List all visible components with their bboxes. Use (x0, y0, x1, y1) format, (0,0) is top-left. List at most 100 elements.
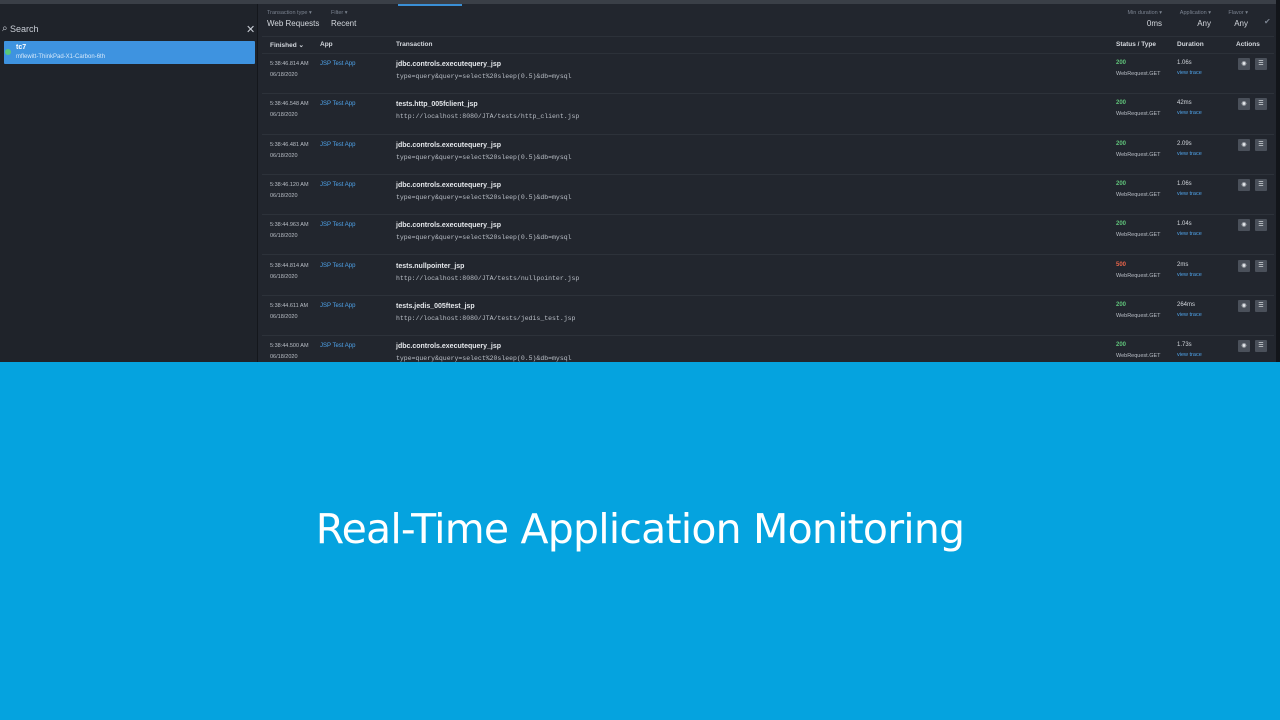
transaction-name[interactable]: tests.http_005fclient_jsp (396, 101, 478, 108)
app-link[interactable]: JSP Test App (320, 222, 355, 228)
search-bar: ⌕ ✕ (0, 20, 258, 40)
menu-icon[interactable]: ☰ (1255, 98, 1267, 111)
column-transaction: Transaction (396, 41, 433, 48)
column-actions: Actions (1236, 41, 1260, 48)
eye-icon[interactable]: ◉ (1238, 138, 1250, 151)
transaction-name[interactable]: jdbc.controls.executequery_jsp (396, 61, 501, 68)
eye-icon[interactable]: ◉ (1238, 219, 1250, 232)
column-app: App (320, 41, 333, 48)
transaction-name[interactable]: tests.jedis_005ftest_jsp (396, 303, 475, 310)
app-link[interactable]: JSP Test App (320, 61, 355, 67)
close-icon[interactable]: ✕ (246, 23, 255, 36)
table-header: Finished ⌄ App Transaction Status / Type… (262, 36, 1274, 54)
eye-icon[interactable]: ◉ (1238, 340, 1250, 353)
view-trace-link[interactable]: view trace (1177, 352, 1202, 358)
finished-date: 06/18/2020 (270, 354, 298, 361)
app-link[interactable]: JSP Test App (320, 343, 355, 349)
app-link[interactable]: JSP Test App (320, 142, 355, 148)
view-trace-link[interactable]: view trace (1177, 70, 1202, 76)
table-row[interactable]: 5:38:46.120 AM 06/18/2020 JSP Test App jdbc… (262, 175, 1274, 216)
filter-application[interactable]: Application ▾ Any (1175, 10, 1211, 28)
title-banner: Real-Time Application Monitoring (0, 362, 1280, 720)
transaction-detail: http://localhost:8080/JTA/tests/http_cli… (396, 113, 580, 121)
menu-icon[interactable]: ☰ (1255, 219, 1267, 232)
filter-recent[interactable]: Filter ▾ Recent (331, 10, 356, 28)
transaction-detail: type=query&query=select%20sleep(0.5)&db=… (396, 234, 572, 242)
status-code: 200 (1116, 221, 1127, 228)
transaction-name[interactable]: jdbc.controls.executequery_jsp (396, 142, 501, 149)
menu-icon[interactable]: ☰ (1255, 259, 1267, 272)
eye-icon[interactable]: ◉ (1238, 178, 1250, 191)
finished-time: 5:38:46.120 AM (270, 181, 309, 188)
finished-date: 06/18/2020 (270, 72, 298, 78)
transaction-name[interactable]: tests.nullpointer_jsp (396, 263, 464, 270)
duration-value: 2ms (1177, 261, 1189, 268)
finished-time: 5:38:44.963 AM (270, 222, 309, 229)
finished-time: 5:38:44.814 AM (270, 262, 309, 269)
check-icon[interactable]: ✔ (1264, 17, 1271, 26)
table-row[interactable]: 5:38:44.500 AM 06/18/2020 JSP Test App jdbc… (262, 336, 1274, 362)
transaction-detail: type=query&query=select%20sleep(0.5)&db=… (396, 73, 572, 80)
app-link[interactable]: JSP Test App (320, 182, 355, 188)
eye-icon[interactable]: ◉ (1238, 58, 1250, 70)
search-input[interactable] (10, 22, 230, 36)
view-trace-link[interactable]: view trace (1177, 191, 1202, 197)
table-row[interactable]: 5:38:46.481 AM 06/18/2020 JSP Test App jdbc… (262, 135, 1274, 175)
finished-date: 06/18/2020 (270, 152, 298, 159)
eye-icon[interactable]: ◉ (1238, 98, 1250, 111)
sidebar: ⌕ ✕ tc7 mflewitt-ThinkPad-X1-Carbon-6th (0, 4, 258, 362)
menu-icon[interactable]: ☰ (1255, 58, 1267, 70)
request-type: WebRequest.GET (1116, 312, 1161, 319)
finished-date: 06/18/2020 (270, 273, 298, 280)
menu-icon[interactable]: ☰ (1255, 138, 1267, 151)
status-code: 200 (1116, 342, 1127, 349)
eye-icon[interactable]: ◉ (1238, 259, 1250, 272)
transaction-detail: type=query&query=select%20sleep(0.5)&db=… (396, 193, 572, 201)
status-code: 200 (1116, 100, 1127, 107)
duration-value: 264ms (1177, 301, 1196, 308)
duration-value: 1.73s (1177, 342, 1192, 349)
table-row[interactable]: 5:38:46.814 AM 06/18/2020 JSP Test App jdbc… (262, 54, 1274, 95)
column-duration: Duration (1177, 41, 1204, 48)
finished-date: 06/18/2020 (270, 313, 298, 320)
request-type: WebRequest.GET (1116, 71, 1161, 77)
view-trace-link[interactable]: view trace (1177, 312, 1202, 318)
status-code: 200 (1116, 301, 1127, 308)
filter-label: Transaction type ▾ (267, 10, 312, 16)
transaction-name[interactable]: jdbc.controls.executequery_jsp (396, 182, 501, 189)
host-item[interactable]: tc7 mflewitt-ThinkPad-X1-Carbon-6th (4, 41, 255, 64)
view-trace-link[interactable]: view trace (1177, 110, 1202, 116)
eye-icon[interactable]: ◉ (1238, 299, 1250, 312)
menu-icon[interactable]: ☰ (1255, 299, 1267, 312)
app-link[interactable]: JSP Test App (320, 303, 355, 309)
filter-flavor[interactable]: Flavor ▾ Any (1226, 10, 1248, 28)
request-type: WebRequest.GET (1116, 272, 1161, 279)
filter-value: Recent (331, 19, 357, 28)
transaction-detail: http://localhost:8080/JTA/tests/jedis_te… (396, 314, 576, 322)
column-finished[interactable]: Finished ⌄ (270, 41, 304, 49)
filter-label: Application ▾ (1179, 10, 1211, 16)
view-trace-link[interactable]: view trace (1177, 231, 1202, 237)
app-link[interactable]: JSP Test App (320, 263, 355, 269)
transaction-name[interactable]: jdbc.controls.executequery_jsp (396, 343, 501, 350)
status-code: 200 (1116, 140, 1127, 147)
menu-icon[interactable]: ☰ (1255, 340, 1267, 353)
request-type: WebRequest.GET (1116, 232, 1161, 239)
transaction-name[interactable]: jdbc.controls.executequery_jsp (396, 222, 501, 229)
view-trace-link[interactable]: view trace (1177, 151, 1202, 157)
filter-min-duration[interactable]: Min duration ▾ 0ms (1122, 10, 1162, 28)
filter-transaction-type[interactable]: Transaction type ▾ Web Requests (267, 10, 319, 28)
menu-icon[interactable]: ☰ (1255, 178, 1267, 191)
view-trace-link[interactable]: view trace (1177, 272, 1202, 278)
online-status-dot (5, 49, 11, 55)
duration-value: 1.06s (1177, 180, 1192, 187)
window-edge (1276, 0, 1280, 362)
table-row[interactable]: 5:38:46.548 AM 06/18/2020 JSP Test App test… (262, 94, 1274, 135)
app-link[interactable]: JSP Test App (320, 101, 355, 107)
table-row[interactable]: 5:38:44.814 AM 06/18/2020 JSP Test App test… (262, 256, 1274, 296)
request-type: WebRequest.GET (1116, 191, 1161, 198)
filter-value: Any (1197, 19, 1211, 28)
table-row[interactable]: 5:38:44.611 AM 06/18/2020 JSP Test App test… (262, 296, 1274, 337)
table-row[interactable]: 5:38:44.963 AM 06/18/2020 JSP Test App jdbc… (262, 215, 1274, 256)
request-type: WebRequest.GET (1116, 111, 1161, 118)
